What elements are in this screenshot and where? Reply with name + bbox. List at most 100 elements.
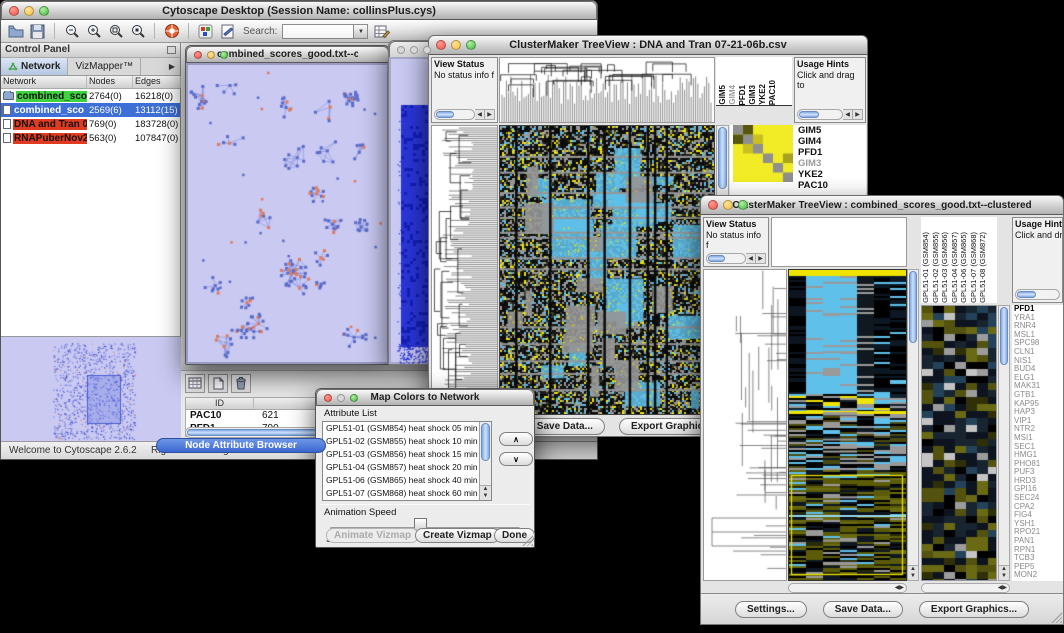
treeview2-button[interactable]: Save Data... xyxy=(823,601,903,618)
column-label[interactable]: GPL51-04 (GSM857) xyxy=(950,232,960,303)
column-label[interactable]: GPL51-07 (GSM868) xyxy=(969,232,979,303)
zoom-button[interactable] xyxy=(738,200,748,210)
tab-overflow-arrow[interactable]: ▶ xyxy=(164,60,180,73)
zoom-heatmap-vscrollbar[interactable]: ▲▼ xyxy=(998,305,1010,581)
network-list-row[interactable]: DNA and Tran 07 769(0) 183728(0) xyxy=(1,117,180,131)
zoom-button[interactable] xyxy=(39,6,49,16)
import-table-icon[interactable] xyxy=(373,23,390,40)
column-label[interactable]: PAC10 xyxy=(768,80,777,105)
treeview1-titlebar[interactable]: ClusterMaker TreeView : DNA and Tran 07-… xyxy=(428,35,868,55)
search-input[interactable] xyxy=(282,24,354,39)
attribute-list-item[interactable]: GPL51-01 (GSM854) heat shock 05 min xyxy=(323,422,491,435)
help-lifebuoy-icon[interactable] xyxy=(163,23,180,40)
zoom-button[interactable] xyxy=(466,40,476,50)
minimize-button[interactable] xyxy=(24,6,34,16)
network-list-row[interactable]: combined_scores 2764(0) 16218(0) xyxy=(1,89,180,103)
column-label[interactable]: GPL51-01 (GSM854) xyxy=(921,232,931,303)
row-dendrogram[interactable] xyxy=(432,126,497,414)
attribute-list-scrollbar[interactable]: ▲▼ xyxy=(479,422,491,500)
network-list-row[interactable]: RNAPuberNov2+ 563(0) 107847(0) xyxy=(1,131,180,145)
row-dendrogram[interactable] xyxy=(704,270,786,580)
gene-label[interactable]: YKE2 xyxy=(798,169,862,180)
gene-label[interactable]: GIM5 xyxy=(798,125,862,136)
zoom-fit-icon[interactable] xyxy=(107,23,124,40)
move-down-button[interactable]: ∨ xyxy=(499,452,533,466)
select-attributes-icon[interactable] xyxy=(185,374,205,393)
column-label[interactable]: GPL51-08 (GSM872) xyxy=(978,232,988,303)
gene-label[interactable]: MON2 xyxy=(1014,571,1063,580)
view-status-scrollbar[interactable]: ◀▶ xyxy=(706,253,766,264)
column-dendrogram[interactable] xyxy=(500,58,714,122)
zoom-heatmap-hscrollbar[interactable]: ◀▶ xyxy=(921,583,1010,593)
view-status-scrollbar[interactable]: ◀▶ xyxy=(434,109,495,120)
close-button[interactable] xyxy=(436,40,446,50)
zoom-out-icon[interactable] xyxy=(63,23,80,40)
node-attribute-browser-tab[interactable]: Node Attribute Browser xyxy=(156,438,326,453)
treeview2-button[interactable]: Settings... xyxy=(735,601,807,618)
network-list-row[interactable]: combined_sco 2569(6) 13112(15) xyxy=(1,103,180,117)
create-vizmap-button[interactable]: Create Vizmap xyxy=(415,528,500,543)
heatmap-hscrollbar[interactable]: ◀▶ xyxy=(788,583,907,593)
network-graph-canvas[interactable] xyxy=(188,65,389,364)
minimize-button[interactable] xyxy=(337,394,345,402)
close-button[interactable] xyxy=(194,51,202,59)
move-up-button[interactable]: ∧ xyxy=(499,432,533,446)
treeview2-button[interactable]: Export Graphics... xyxy=(919,601,1029,618)
column-label[interactable]: GPL51-02 (GSM855) xyxy=(931,232,941,303)
new-attribute-icon[interactable] xyxy=(208,374,228,393)
zoom-button[interactable] xyxy=(350,394,358,402)
expression-heatmap[interactable] xyxy=(500,126,714,414)
zoom-in-icon[interactable] xyxy=(85,23,102,40)
gene-label[interactable]: GIM3 xyxy=(798,158,862,169)
attribute-list-item[interactable]: GPL51-03 (GSM856) heat shock 15 min xyxy=(323,448,491,461)
minimize-button[interactable] xyxy=(410,46,418,54)
animate-vizmap-button[interactable]: Animate Vizmap xyxy=(326,528,419,543)
save-session-icon[interactable] xyxy=(29,23,46,40)
tab-network[interactable]: Network xyxy=(1,58,68,75)
expression-heatmap[interactable] xyxy=(789,270,906,580)
correlation-matrix-thumbnail[interactable] xyxy=(733,125,793,182)
gene-label[interactable]: GIM4 xyxy=(798,136,862,147)
zoom-button[interactable] xyxy=(423,46,431,54)
float-panel-icon[interactable] xyxy=(167,46,176,54)
zoom-selected-icon[interactable] xyxy=(129,23,146,40)
usage-hints-scrollbar[interactable] xyxy=(1015,289,1060,300)
gene-label[interactable]: PFD1 xyxy=(798,147,862,158)
column-label[interactable]: GPL51-06 (GSM865) xyxy=(959,232,969,303)
column-label[interactable]: GIM5 xyxy=(718,85,727,105)
minimize-button[interactable] xyxy=(723,200,733,210)
search-dropdown-arrow[interactable]: ▼ xyxy=(354,24,368,39)
treeview2-titlebar[interactable]: ClusterMaker TreeView : combined_scores_… xyxy=(700,195,1064,215)
network-window-titlebar[interactable]: combined_scores_good.txt--cluste... xyxy=(186,46,389,63)
heatmap-vscrollbar[interactable]: ▲▼ xyxy=(907,269,919,581)
dialog-titlebar[interactable]: Map Colors to Network xyxy=(316,389,534,406)
tab-vizmapper[interactable]: VizMapper™ xyxy=(68,58,141,75)
column-label[interactable]: GPL51-03 (GSM856) xyxy=(940,232,950,303)
close-button[interactable] xyxy=(9,6,19,16)
birds-eye-view[interactable] xyxy=(1,337,179,441)
delete-attribute-trash-icon[interactable] xyxy=(231,374,251,393)
close-button[interactable] xyxy=(708,200,718,210)
close-button[interactable] xyxy=(324,394,332,402)
attribute-list-item[interactable]: GPL51-04 (GSM857) heat shock 20 min xyxy=(323,461,491,474)
main-titlebar[interactable]: Cytoscape Desktop (Session Name: collins… xyxy=(1,1,597,20)
open-folder-icon[interactable] xyxy=(7,23,24,40)
minimize-button[interactable] xyxy=(451,40,461,50)
minimize-button[interactable] xyxy=(207,51,215,59)
usage-hints-scrollbar[interactable]: ◀▶ xyxy=(797,109,863,120)
column-label[interactable]: GIM4 xyxy=(728,85,737,105)
zoom-heatmap[interactable] xyxy=(922,306,996,580)
attribute-list-item[interactable]: GPL51-06 (GSM865) heat shock 40 min xyxy=(323,474,491,487)
network-table-header[interactable]: Network Nodes Edges xyxy=(1,76,180,89)
close-button[interactable] xyxy=(397,46,405,54)
column-label[interactable]: PFD1 xyxy=(738,85,747,105)
network-overview-panel[interactable] xyxy=(1,336,181,441)
attribute-list-item[interactable]: GPL51-07 (GSM868) heat shock 60 min xyxy=(323,487,491,500)
treeview1-button[interactable]: Save Data... xyxy=(525,418,605,435)
gene-label[interactable]: PAC10 xyxy=(798,180,862,191)
annotation-document-icon[interactable] xyxy=(219,23,236,40)
vizmapper-palette-icon[interactable] xyxy=(197,23,214,40)
zoom-button[interactable] xyxy=(220,51,228,59)
column-label[interactable]: YKE2 xyxy=(758,84,767,105)
attribute-list-item[interactable]: GPL51-02 (GSM855) heat shock 10 min xyxy=(323,435,491,448)
